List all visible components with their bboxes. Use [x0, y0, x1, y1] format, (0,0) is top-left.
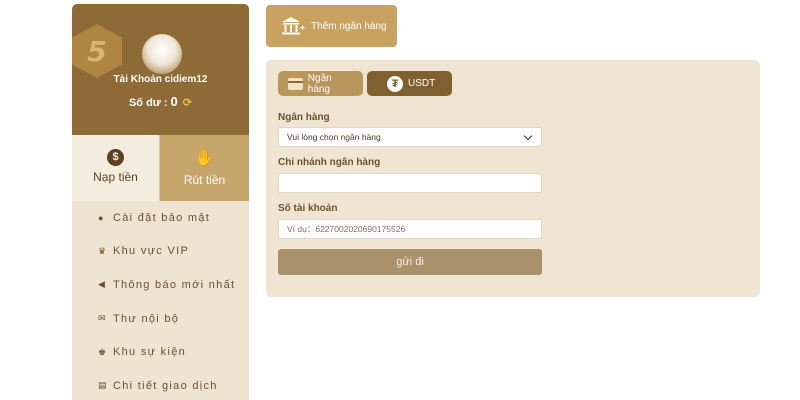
- chevron-down-icon: [523, 131, 533, 140]
- receipt-icon: ▤: [98, 380, 108, 391]
- submit-button[interactable]: gửi đi: [278, 249, 542, 275]
- bank-select-value: Vui lòng chọn ngân hàng: [287, 132, 381, 142]
- page-root: 5 Tài Khoản cidiem12 Số dư :0 ⟳ $ Nạp ti…: [0, 0, 800, 400]
- tab-deposit-label: Nạp tiền: [93, 170, 138, 184]
- profile-card: 5 Tài Khoản cidiem12 Số dư :0 ⟳: [72, 4, 249, 135]
- sidebar-item-label: Chi tiết giao dịch: [113, 379, 218, 392]
- hand-money-icon: ✋: [194, 150, 215, 167]
- branch-label: Chi nhánh ngân hàng: [278, 157, 381, 168]
- sidebar-item-transactions[interactable]: ▤ Chi tiết giao dịch: [72, 369, 249, 400]
- sidebar: 5 Tài Khoản cidiem12 Số dư :0 ⟳ $ Nạp ti…: [72, 4, 249, 400]
- card-icon: [288, 77, 303, 90]
- tab-usdt-label: USDT: [408, 78, 436, 89]
- balance-label: Số dư :: [128, 97, 168, 109]
- tab-usdt[interactable]: ₮ USDT: [367, 71, 452, 96]
- sidebar-item-vip[interactable]: ♛ Khu vực VIP: [72, 235, 249, 269]
- add-bank-button[interactable]: Thêm ngân hàng: [266, 5, 397, 47]
- logo-badge: 5: [72, 24, 122, 78]
- sidebar-menu: ● Cài đặt bảo mật ♛ Khu vực VIP ◀ Thông …: [72, 201, 249, 400]
- method-tabs: Ngân hàng ₮ USDT: [278, 71, 456, 96]
- vip-crown-icon: ♛: [98, 245, 108, 256]
- sidebar-item-events[interactable]: ♚ Khu sự kiện: [72, 335, 249, 369]
- user-lock-icon: ●: [98, 212, 105, 223]
- money-bag-icon: $: [107, 149, 124, 166]
- tab-bank-label: Ngân hàng: [307, 72, 332, 95]
- account-number-field[interactable]: [278, 219, 542, 239]
- branch-input[interactable]: [287, 178, 533, 188]
- bank-add-icon: [281, 16, 305, 36]
- sidebar-item-label: Cài đặt bảo mật: [113, 211, 211, 224]
- withdraw-form-panel: Ngân hàng ₮ USDT Ngân hàng Vui lòng chọn…: [266, 60, 760, 297]
- envelope-icon: ✉: [98, 313, 107, 324]
- tether-icon: ₮: [387, 75, 403, 92]
- sidebar-item-notifications[interactable]: ◀ Thông báo mới nhất: [72, 268, 249, 302]
- account-number-input[interactable]: [287, 224, 533, 234]
- bank-label: Ngân hàng: [278, 112, 330, 123]
- tab-deposit[interactable]: $ Nạp tiền: [72, 135, 160, 201]
- tab-bank[interactable]: Ngân hàng: [278, 71, 363, 96]
- branch-field[interactable]: [278, 173, 542, 193]
- balance-row: Số dư :0 ⟳: [72, 94, 249, 109]
- tab-withdraw-label: Rút tiền: [183, 173, 226, 187]
- balance-value: 0: [170, 94, 178, 109]
- refresh-icon[interactable]: ⟳: [183, 97, 192, 109]
- tab-withdraw[interactable]: ✋ Rút tiền: [160, 135, 249, 201]
- megaphone-icon: ◀: [98, 279, 107, 290]
- account-number-label: Số tài khoản: [278, 203, 338, 214]
- add-bank-label: Thêm ngân hàng: [311, 20, 387, 32]
- wallet-tabs: $ Nạp tiền ✋ Rút tiền: [72, 135, 249, 201]
- sidebar-item-security[interactable]: ● Cài đặt bảo mật: [72, 201, 249, 235]
- bank-select[interactable]: Vui lòng chọn ngân hàng: [278, 127, 542, 147]
- sidebar-item-inbox[interactable]: ✉ Thư nội bộ: [72, 302, 249, 336]
- sidebar-item-label: Thông báo mới nhất: [113, 278, 236, 291]
- account-name: Tài Khoản cidiem12: [113, 74, 208, 85]
- sidebar-item-label: Khu sự kiện: [113, 346, 187, 359]
- avatar[interactable]: [142, 34, 182, 74]
- sidebar-item-label: Khu vực VIP: [113, 245, 190, 258]
- sidebar-item-label: Thư nội bộ: [113, 312, 180, 325]
- trophy-icon: ♚: [98, 346, 108, 357]
